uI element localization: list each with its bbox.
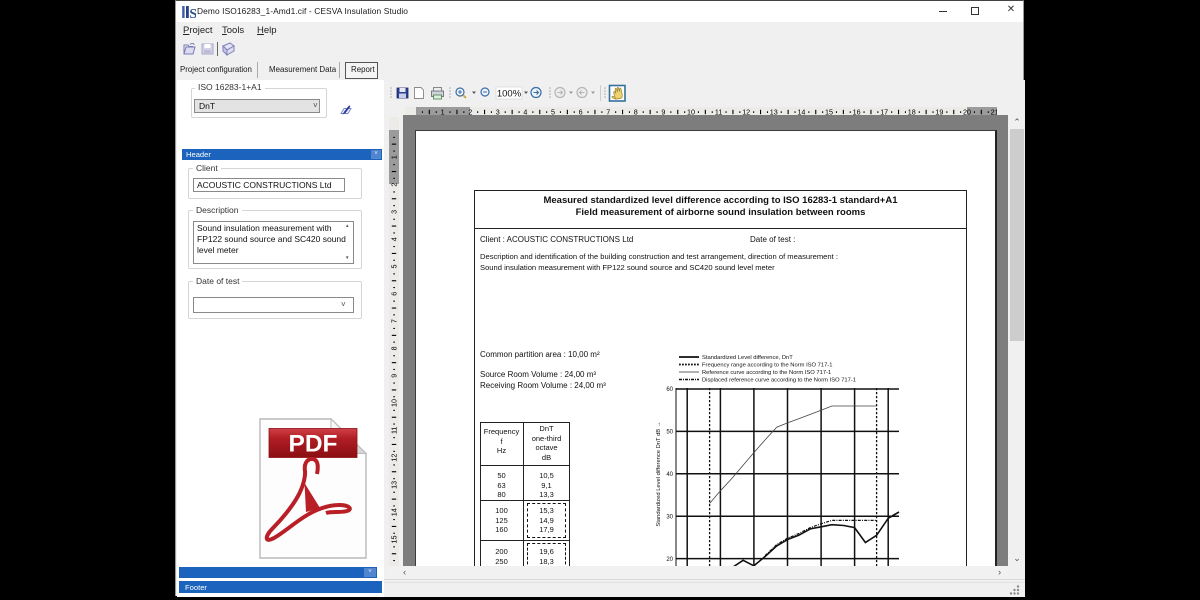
svg-text:2: 2 (389, 183, 398, 187)
svg-text:40: 40 (666, 472, 673, 478)
svg-text:1: 1 (389, 155, 398, 159)
svg-text:14: 14 (389, 508, 398, 516)
svg-text:4: 4 (389, 237, 398, 241)
svg-text:13: 13 (389, 481, 398, 489)
svg-text:9: 9 (389, 374, 398, 378)
svg-text:5: 5 (389, 265, 398, 269)
svg-text:Frequency range according to t: Frequency range according to the Norm IS… (702, 363, 833, 369)
svg-text:6: 6 (389, 292, 398, 296)
svg-text:15: 15 (389, 536, 398, 544)
svg-text:20: 20 (666, 557, 673, 563)
svg-text:8: 8 (389, 346, 398, 350)
svg-text:12: 12 (389, 454, 398, 462)
svg-text:Displaced reference curve acc: Displaced reference curve according to t… (702, 378, 856, 384)
svg-text:10: 10 (389, 399, 398, 407)
svg-text:60: 60 (666, 387, 673, 393)
svg-text:Reference curve according to: Reference curve according to the Norm IS… (702, 370, 831, 376)
svg-text:11: 11 (389, 427, 398, 434)
svg-text:Standardized Level difference: Standardized Level difference DnT dB → (656, 421, 662, 526)
svg-text:30: 30 (666, 514, 673, 520)
svg-text:PDF: PDF (289, 431, 338, 458)
svg-text:S: S (189, 7, 196, 19)
svg-text:7: 7 (389, 319, 398, 323)
svg-text:100%: 100% (497, 89, 522, 100)
svg-text:3: 3 (389, 210, 398, 214)
svg-text:Standardized Level difference,: Standardized Level difference, DnT (702, 355, 793, 361)
svg-text:50: 50 (666, 430, 673, 436)
